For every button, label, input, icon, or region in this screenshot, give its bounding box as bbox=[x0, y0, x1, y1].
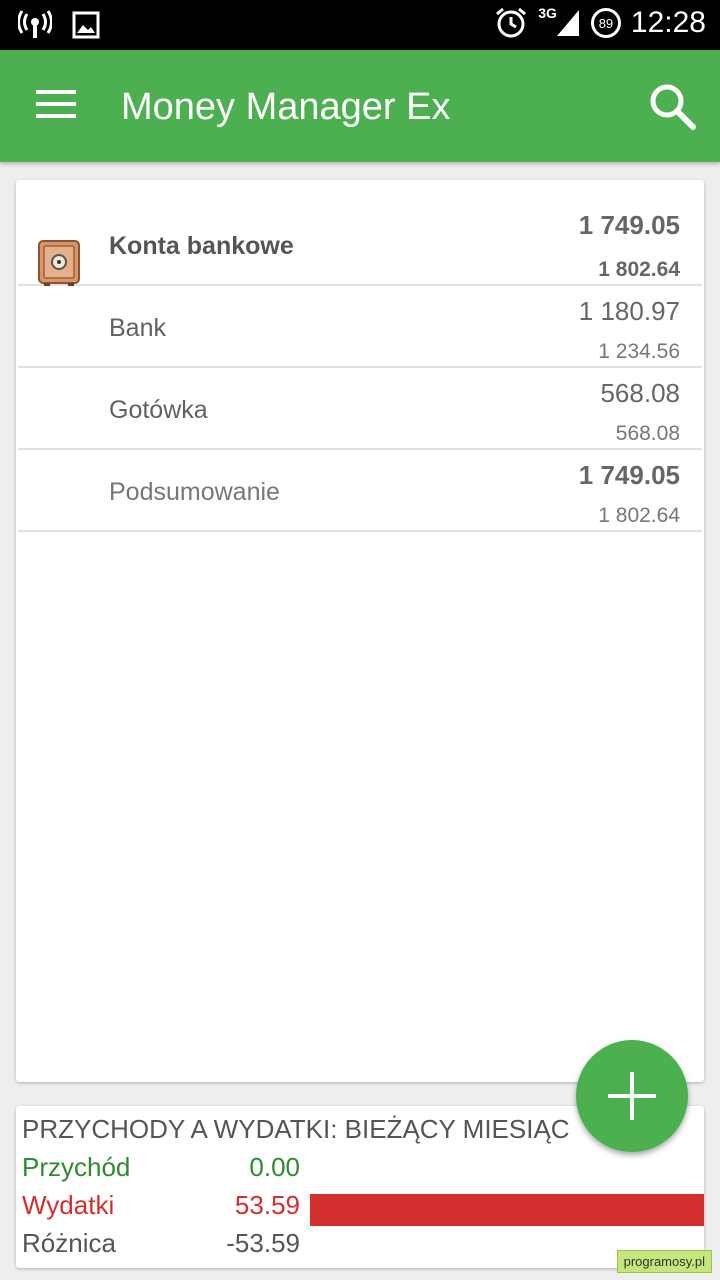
total-label: Podsumowanie bbox=[109, 478, 280, 506]
total-balance: 1 749.05 bbox=[578, 460, 680, 490]
account-balance: 568.08 bbox=[600, 378, 680, 408]
watermark: programosy.pl bbox=[616, 1250, 712, 1273]
account-row-cash[interactable]: Gotówka 568.08 568.08 bbox=[18, 366, 702, 450]
income-row: Przychód 0.00 bbox=[22, 1152, 702, 1188]
account-row-bank[interactable]: Bank 1 180.97 1 234.56 bbox=[18, 284, 702, 368]
alarm-icon bbox=[496, 7, 527, 38]
account-label: Bank bbox=[109, 314, 166, 342]
total-reconciled: 1 802.64 bbox=[598, 504, 680, 527]
account-reconciled: 568.08 bbox=[615, 422, 680, 445]
account-label: Gotówka bbox=[109, 396, 208, 424]
expenses-row: Wydatki 53.59 bbox=[22, 1190, 704, 1226]
battery-level: 89 bbox=[598, 15, 614, 31]
account-group-balance: 1 749.05 bbox=[578, 210, 680, 240]
expenses-label: Wydatki bbox=[22, 1190, 115, 1220]
account-reconciled: 1 234.56 bbox=[598, 340, 680, 363]
account-group-reconciled: 1 802.64 bbox=[598, 258, 680, 281]
income-value: 0.00 bbox=[249, 1152, 300, 1182]
account-group-label: Konta bankowe bbox=[109, 232, 294, 260]
battery-icon: 89 bbox=[590, 8, 621, 38]
summary-title: PRZYCHODY A WYDATKI: BIEŻĄCY MIESIĄC bbox=[22, 1114, 570, 1144]
app-bar: Money Manager Ex bbox=[0, 50, 720, 162]
safe-icon bbox=[38, 240, 80, 286]
expenses-bar bbox=[310, 1194, 704, 1226]
account-balance: 1 180.97 bbox=[578, 296, 680, 326]
clock: 12:28 bbox=[630, 6, 706, 39]
app-title: Money Manager Ex bbox=[121, 86, 451, 128]
network-type: 3G bbox=[538, 5, 557, 21]
accounts-card: Konta bankowe 1 749.05 1 802.64 Bank 1 1… bbox=[16, 180, 704, 1082]
account-group-row[interactable]: Konta bankowe 1 749.05 1 802.64 bbox=[18, 202, 702, 286]
hamburger-menu-icon[interactable] bbox=[36, 90, 76, 122]
image-icon bbox=[72, 11, 100, 39]
search-icon[interactable] bbox=[646, 80, 698, 132]
difference-label: Różnica bbox=[22, 1228, 116, 1258]
hotspot-icon bbox=[18, 10, 52, 38]
status-bar: 3G 89 12:28 bbox=[0, 0, 720, 50]
accounts-total-row: Podsumowanie 1 749.05 1 802.64 bbox=[18, 448, 702, 532]
signal-icon bbox=[556, 10, 579, 36]
expenses-value: 53.59 bbox=[234, 1190, 300, 1220]
difference-row: Różnica -53.59 bbox=[22, 1228, 702, 1264]
income-label: Przychód bbox=[22, 1152, 131, 1182]
difference-value: -53.59 bbox=[226, 1228, 300, 1258]
add-transaction-button[interactable] bbox=[576, 1040, 688, 1152]
